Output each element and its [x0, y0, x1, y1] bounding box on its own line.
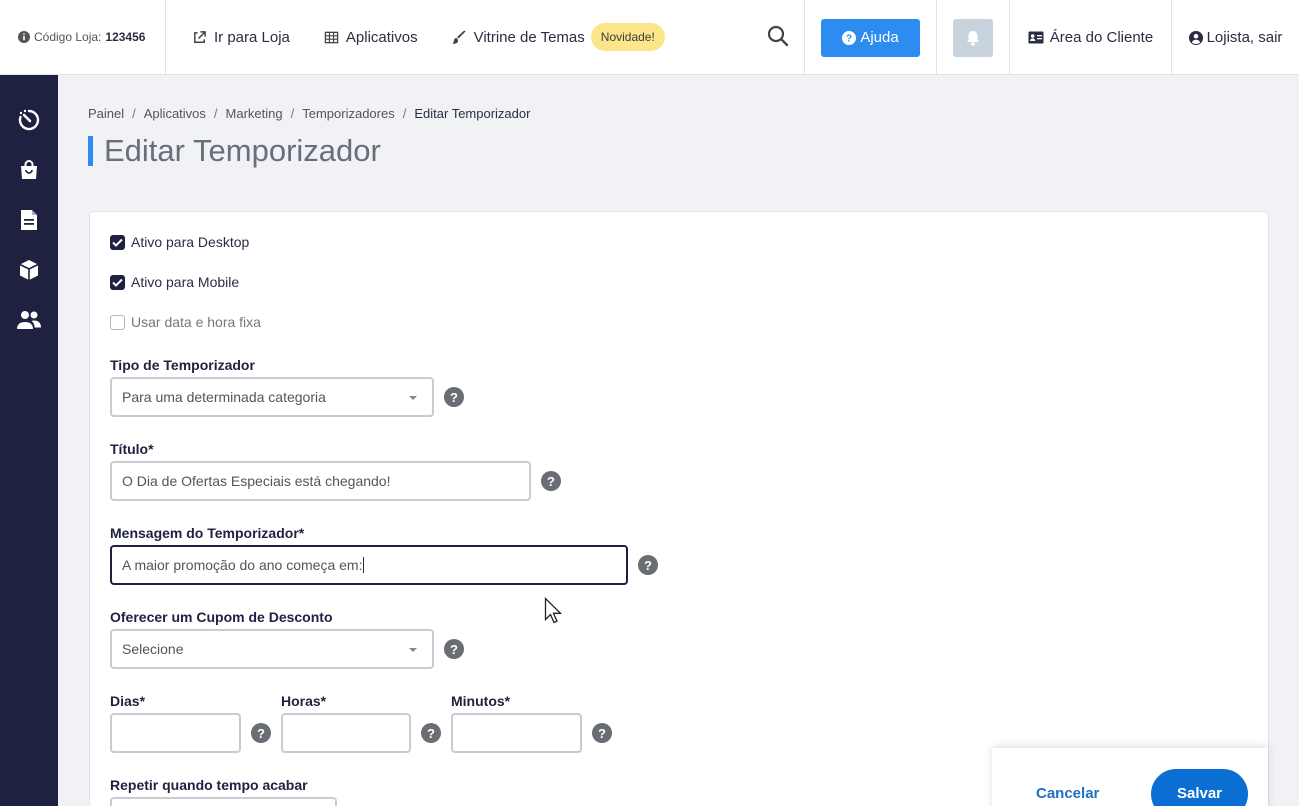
minutes-label: Minutos*: [451, 693, 511, 709]
breadcrumb-separator: /: [132, 106, 136, 121]
form-card: [89, 211, 1269, 806]
coupon-value: Selecione: [122, 641, 184, 657]
active-desktop-label: Ativo para Desktop: [131, 234, 250, 250]
help-button-label: Ajuda: [860, 29, 899, 46]
coupon-select[interactable]: Selecione: [110, 629, 434, 669]
breadcrumb-separator: /: [290, 106, 295, 121]
top-nav: Ir para Loja Aplicativos Vitrine de Tema…: [166, 0, 805, 75]
info-icon: [18, 31, 30, 43]
text-cursor: [363, 557, 365, 573]
sidebar-item-orders[interactable]: [16, 157, 42, 183]
timer-type-label: Tipo de Temporizador: [110, 357, 255, 373]
active-mobile-checkbox[interactable]: Ativo para Mobile: [110, 274, 239, 290]
user-circle-icon: [1188, 30, 1203, 45]
users-icon: [17, 311, 41, 329]
coupon-label: Oferecer um Cupom de Desconto: [110, 609, 333, 625]
mouse-pointer-icon: [544, 597, 563, 624]
store-code: Código Loja: 123456: [0, 0, 166, 75]
box-icon: [19, 260, 39, 280]
breadcrumb-current: Editar Temporizador: [414, 106, 531, 121]
message-help-icon[interactable]: ?: [638, 555, 658, 575]
question-circle-icon: ?: [842, 30, 857, 45]
dashboard-speed-icon: [18, 109, 40, 131]
days-label: Dias*: [110, 693, 146, 709]
client-area-label: Área do Cliente: [1049, 29, 1154, 46]
help-segment: ? Ajuda: [804, 0, 937, 75]
nav-go-to-store[interactable]: Ir para Loja: [192, 29, 290, 46]
search-button[interactable]: [766, 24, 790, 48]
hours-input[interactable]: [281, 713, 411, 753]
title-label: Título*: [110, 441, 154, 457]
logout-label: Lojista, sair: [1206, 29, 1283, 46]
title-value: O Dia de Ofertas Especiais está chegando…: [122, 473, 391, 489]
shopping-bag-icon: [21, 160, 37, 179]
sidebar-item-customers[interactable]: [16, 307, 42, 333]
new-badge: Novidade!: [590, 23, 665, 51]
breadcrumb-marketing[interactable]: Marketing: [226, 106, 283, 121]
fixed-datetime-checkbox[interactable]: Usar data e hora fixa: [110, 314, 261, 330]
fixed-datetime-label: Usar data e hora fixa: [131, 314, 261, 330]
hours-label: Horas*: [281, 693, 327, 709]
breadcrumb-separator: /: [402, 106, 407, 121]
checkbox-checked[interactable]: [110, 234, 125, 250]
help-button[interactable]: ? Ajuda: [821, 18, 920, 57]
notifications-button[interactable]: [953, 18, 993, 57]
external-link-icon: [194, 30, 206, 43]
coupon-help-icon[interactable]: ?: [444, 639, 464, 659]
sidebar-item-dashboard[interactable]: [16, 107, 42, 133]
repeat-select[interactable]: [110, 797, 337, 806]
notifications-segment: [937, 0, 1010, 75]
chevron-down-icon: [409, 648, 417, 652]
timer-type-value: Para uma determinada categoria: [122, 389, 326, 405]
check-icon: [112, 278, 123, 287]
store-code-label: Código Loja:: [34, 30, 102, 44]
hours-help-icon[interactable]: ?: [421, 723, 441, 743]
svg-text:?: ?: [846, 33, 852, 44]
cancel-button[interactable]: Cancelar: [1036, 785, 1099, 802]
nav-go-to-store-label: Ir para Loja: [214, 28, 290, 46]
repeat-label: Repetir quando tempo acabar: [110, 777, 308, 793]
breadcrumb-separator: /: [213, 106, 218, 121]
document-icon: [21, 210, 37, 230]
sidebar-item-products[interactable]: [16, 257, 42, 283]
save-button[interactable]: Salvar: [1151, 769, 1248, 806]
brush-icon: [452, 29, 466, 44]
logout-link[interactable]: Lojista, sair: [1172, 0, 1299, 75]
message-input[interactable]: A maior promoção do ano começa em:: [110, 545, 628, 585]
nav-theme-showcase-label: Vitrine de Temas: [473, 28, 585, 46]
days-help-icon[interactable]: ?: [251, 723, 271, 743]
chevron-down-icon: [409, 396, 417, 400]
sidebar: [0, 75, 58, 806]
checkbox-checked[interactable]: [110, 274, 125, 290]
minutes-input[interactable]: [451, 713, 582, 753]
timer-type-help-icon[interactable]: ?: [444, 387, 464, 407]
days-input[interactable]: [110, 713, 241, 753]
checkbox-unchecked[interactable]: [110, 314, 125, 330]
store-code-value: 123456: [105, 30, 146, 44]
client-area-link[interactable]: Área do Cliente: [1010, 0, 1172, 75]
grid-icon: [324, 31, 339, 43]
breadcrumb-apps[interactable]: Aplicativos: [144, 106, 206, 121]
id-card-icon: [1028, 31, 1044, 44]
sidebar-item-pages[interactable]: [16, 207, 42, 233]
breadcrumb-timers[interactable]: Temporizadores: [302, 106, 395, 121]
title-input[interactable]: O Dia de Ofertas Especiais está chegando…: [110, 461, 531, 501]
nav-theme-showcase[interactable]: Vitrine de Temas: [452, 29, 585, 46]
nav-apps[interactable]: Aplicativos: [324, 29, 418, 46]
check-icon: [112, 238, 123, 247]
title-help-icon[interactable]: ?: [541, 471, 561, 491]
breadcrumb-panel[interactable]: Painel: [88, 106, 124, 121]
search-icon: [767, 25, 789, 47]
message-label: Mensagem do Temporizador*: [110, 525, 305, 541]
bell-icon: [967, 30, 979, 46]
active-mobile-label: Ativo para Mobile: [131, 274, 240, 290]
timer-type-select[interactable]: Para uma determinada categoria: [110, 377, 434, 417]
breadcrumb: Painel / Aplicativos / Marketing / Temporiz…: [88, 106, 530, 121]
active-desktop-checkbox[interactable]: Ativo para Desktop: [110, 234, 249, 250]
minutes-help-icon[interactable]: ?: [592, 723, 612, 743]
page-title: Editar Temporizador: [88, 135, 381, 166]
message-value: A maior promoção do ano começa em:: [122, 557, 363, 573]
nav-apps-label: Aplicativos: [345, 28, 418, 46]
